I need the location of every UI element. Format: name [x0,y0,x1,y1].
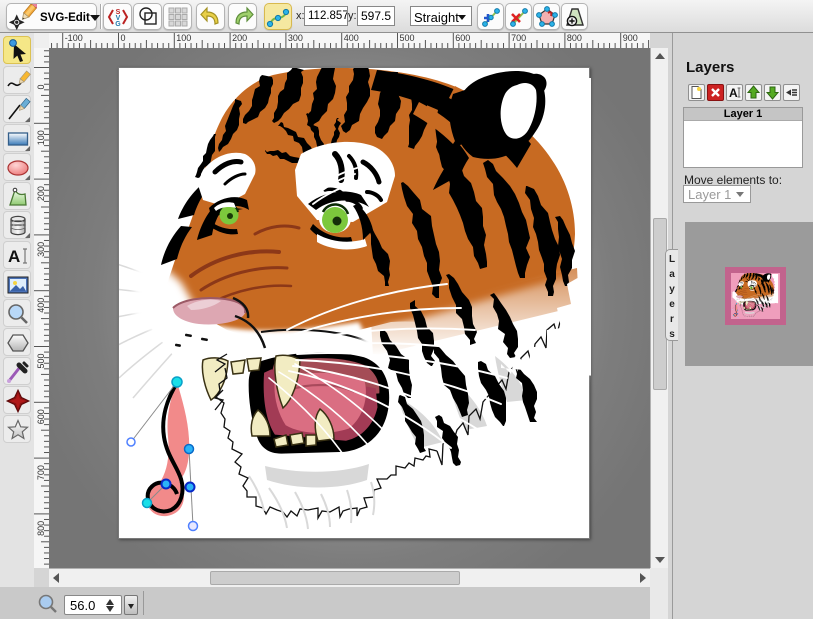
svg-text:700: 700 [36,465,46,480]
svg-text:0: 0 [36,84,46,89]
svg-text:400: 400 [344,33,359,43]
svg-text:200: 200 [36,186,46,201]
svg-text:200: 200 [232,33,247,43]
svg-text:700: 700 [511,33,526,43]
svg-text:800: 800 [567,33,582,43]
svg-text:600: 600 [36,409,46,424]
svg-text:100: 100 [176,33,191,43]
svg-text:A: A [729,86,738,100]
svg-text:A: A [8,247,20,266]
svg-text:300: 300 [288,33,303,43]
svg-text:600: 600 [455,33,470,43]
svg-text:G: G [115,21,121,28]
svg-text:900: 900 [623,33,638,43]
svg-text:800: 800 [36,521,46,536]
svg-text:100: 100 [36,130,46,145]
svg-text:0: 0 [121,33,126,43]
svg-text:500: 500 [36,353,46,368]
svg-text:-100: -100 [65,33,83,43]
svg-text:500: 500 [400,33,415,43]
svg-text:300: 300 [36,242,46,257]
svg-text:400: 400 [36,298,46,313]
